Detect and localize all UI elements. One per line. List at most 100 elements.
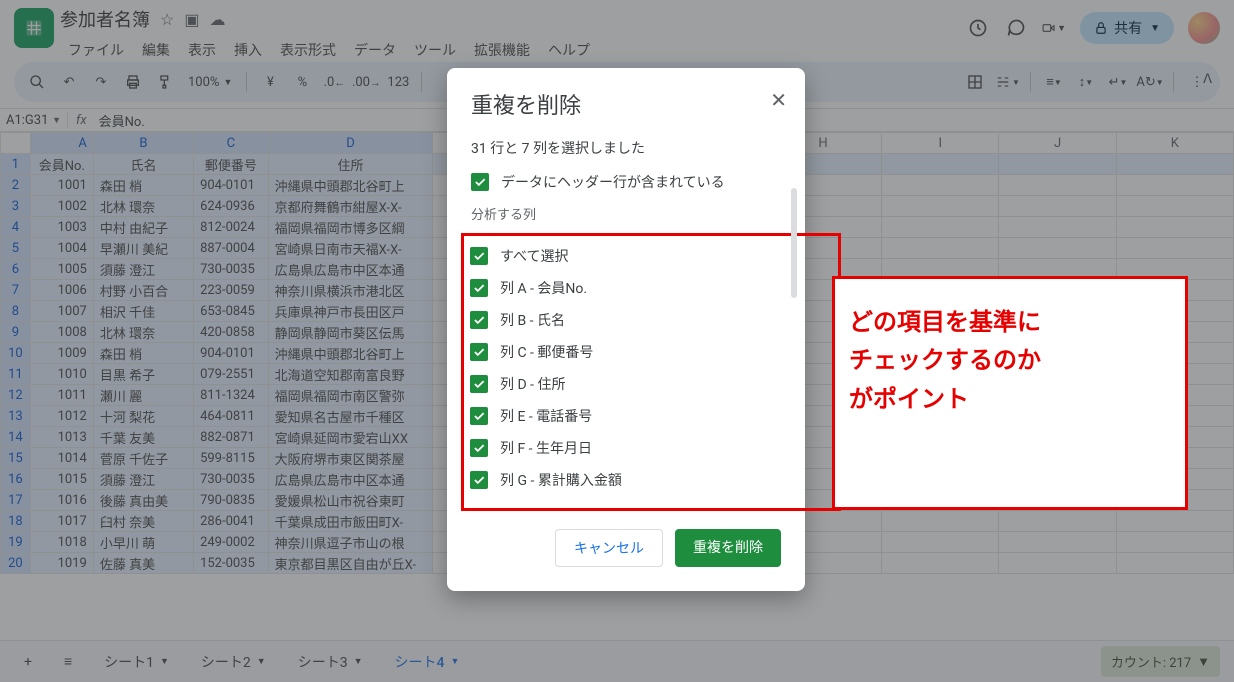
col-c-checkbox[interactable]	[470, 343, 488, 361]
cell-B7[interactable]: 村野 小百合	[93, 280, 193, 301]
cell-D15[interactable]: 大阪府堺市東区関茶屋	[268, 448, 433, 469]
cell-J2[interactable]	[999, 175, 1116, 196]
cell-D1[interactable]: 住所	[268, 154, 433, 175]
row-header[interactable]: 8	[1, 301, 31, 322]
cell-K2[interactable]	[1116, 175, 1233, 196]
cell-I18[interactable]	[882, 511, 999, 532]
cell-B10[interactable]: 森田 梢	[93, 343, 193, 364]
col-e-checkbox[interactable]	[470, 407, 488, 425]
decrease-decimal-icon[interactable]: .0←	[321, 69, 347, 95]
cell-C14[interactable]: 882-0871	[194, 427, 269, 448]
cell-A15[interactable]: 1014	[30, 448, 93, 469]
cell-C6[interactable]: 730-0035	[194, 259, 269, 280]
dialog-scrollbar[interactable]	[791, 188, 797, 521]
cell-A10[interactable]: 1009	[30, 343, 93, 364]
close-icon[interactable]: ✕	[770, 88, 787, 112]
cell-D16[interactable]: 広島県広島市中区本通	[268, 469, 433, 490]
row-header[interactable]: 7	[1, 280, 31, 301]
add-sheet-button[interactable]: +	[14, 648, 42, 676]
cell-J3[interactable]	[999, 196, 1116, 217]
col-header-K[interactable]: K	[1116, 133, 1233, 154]
cell-K4[interactable]	[1116, 217, 1233, 238]
row-header[interactable]: 12	[1, 385, 31, 406]
cell-D20[interactable]: 東京都目黒区自由が丘X-	[268, 553, 433, 574]
cell-D14[interactable]: 宮崎県延岡市愛宕山XX	[268, 427, 433, 448]
cell-C8[interactable]: 653-0845	[194, 301, 269, 322]
cell-I1[interactable]	[882, 154, 999, 175]
cell-A6[interactable]: 1005	[30, 259, 93, 280]
cell-A12[interactable]: 1011	[30, 385, 93, 406]
cell-B20[interactable]: 佐藤 真美	[93, 553, 193, 574]
cell-A11[interactable]: 1010	[30, 364, 93, 385]
row-header[interactable]: 9	[1, 322, 31, 343]
all-sheets-button[interactable]: ≡	[54, 647, 82, 676]
redo-icon[interactable]: ↷	[88, 69, 114, 95]
cell-A14[interactable]: 1013	[30, 427, 93, 448]
cell-J18[interactable]	[999, 511, 1116, 532]
collapse-toolbar-icon[interactable]: ᐱ	[1203, 72, 1212, 87]
cell-C13[interactable]: 464-0811	[194, 406, 269, 427]
cell-A13[interactable]: 1012	[30, 406, 93, 427]
row-header[interactable]: 17	[1, 490, 31, 511]
col-g-checkbox[interactable]	[470, 471, 488, 489]
merge-icon[interactable]: ▼	[994, 69, 1020, 95]
cell-D13[interactable]: 愛知県名古屋市千種区	[268, 406, 433, 427]
cell-B2[interactable]: 森田 梢	[93, 175, 193, 196]
undo-icon[interactable]: ↶	[56, 69, 82, 95]
name-box[interactable]: A1:G31 ▼	[0, 113, 68, 128]
cell-C18[interactable]: 286-0041	[194, 511, 269, 532]
row-header[interactable]: 14	[1, 427, 31, 448]
cell-K3[interactable]	[1116, 196, 1233, 217]
cell-J1[interactable]	[999, 154, 1116, 175]
cell-C4[interactable]: 812-0024	[194, 217, 269, 238]
borders-icon[interactable]	[962, 69, 988, 95]
cell-I3[interactable]	[882, 196, 999, 217]
cell-A7[interactable]: 1006	[30, 280, 93, 301]
col-header-C[interactable]: C	[194, 133, 269, 154]
cell-B4[interactable]: 中村 由紀子	[93, 217, 193, 238]
cell-D6[interactable]: 広島県広島市中区本通	[268, 259, 433, 280]
row-header[interactable]: 13	[1, 406, 31, 427]
cell-D8[interactable]: 兵庫県神戸市長田区戸	[268, 301, 433, 322]
share-button[interactable]: 共有 ▼	[1080, 12, 1174, 44]
cell-A16[interactable]: 1015	[30, 469, 93, 490]
menu-data[interactable]: データ	[346, 36, 404, 64]
cell-I2[interactable]	[882, 175, 999, 196]
wrap-icon[interactable]: ↵▼	[1105, 69, 1131, 95]
menu-extensions[interactable]: 拡張機能	[466, 36, 538, 64]
cell-B8[interactable]: 相沢 千佳	[93, 301, 193, 322]
row-header[interactable]: 4	[1, 217, 31, 238]
cell-D18[interactable]: 千葉県成田市飯田町X-	[268, 511, 433, 532]
remove-duplicates-button[interactable]: 重複を削除	[675, 529, 781, 567]
row-header[interactable]: 3	[1, 196, 31, 217]
cell-C19[interactable]: 249-0002	[194, 532, 269, 553]
cell-C11[interactable]: 079-2551	[194, 364, 269, 385]
cell-A18[interactable]: 1017	[30, 511, 93, 532]
row-header[interactable]: 20	[1, 553, 31, 574]
cell-K1[interactable]	[1116, 154, 1233, 175]
cell-C17[interactable]: 790-0835	[194, 490, 269, 511]
row-header[interactable]: 6	[1, 259, 31, 280]
tab-sheet4[interactable]: シート4▼	[385, 646, 470, 678]
menu-format[interactable]: 表示形式	[272, 36, 344, 64]
row-header[interactable]: 11	[1, 364, 31, 385]
col-f-checkbox[interactable]	[470, 439, 488, 457]
row-header[interactable]: 18	[1, 511, 31, 532]
tab-sheet2[interactable]: シート2▼	[191, 646, 276, 678]
row-header[interactable]: 10	[1, 343, 31, 364]
cell-D4[interactable]: 福岡県福岡市博多区綱	[268, 217, 433, 238]
cell-I5[interactable]	[882, 238, 999, 259]
row-header[interactable]: 19	[1, 532, 31, 553]
cell-K20[interactable]	[1116, 553, 1233, 574]
cell-B16[interactable]: 須藤 澄江	[93, 469, 193, 490]
col-header-J[interactable]: J	[999, 133, 1116, 154]
increase-decimal-icon[interactable]: .00→	[353, 69, 379, 95]
col-header-I[interactable]: I	[882, 133, 999, 154]
move-icon[interactable]: ▣	[184, 10, 199, 29]
col-header-B[interactable]: B	[93, 133, 193, 154]
cell-A20[interactable]: 1019	[30, 553, 93, 574]
cell-D5[interactable]: 宮崎県日南市天福X-X-	[268, 238, 433, 259]
cell-A1[interactable]: 会員No.	[30, 154, 93, 175]
tab-sheet1[interactable]: シート1▼	[94, 646, 179, 678]
history-icon[interactable]	[966, 16, 990, 40]
